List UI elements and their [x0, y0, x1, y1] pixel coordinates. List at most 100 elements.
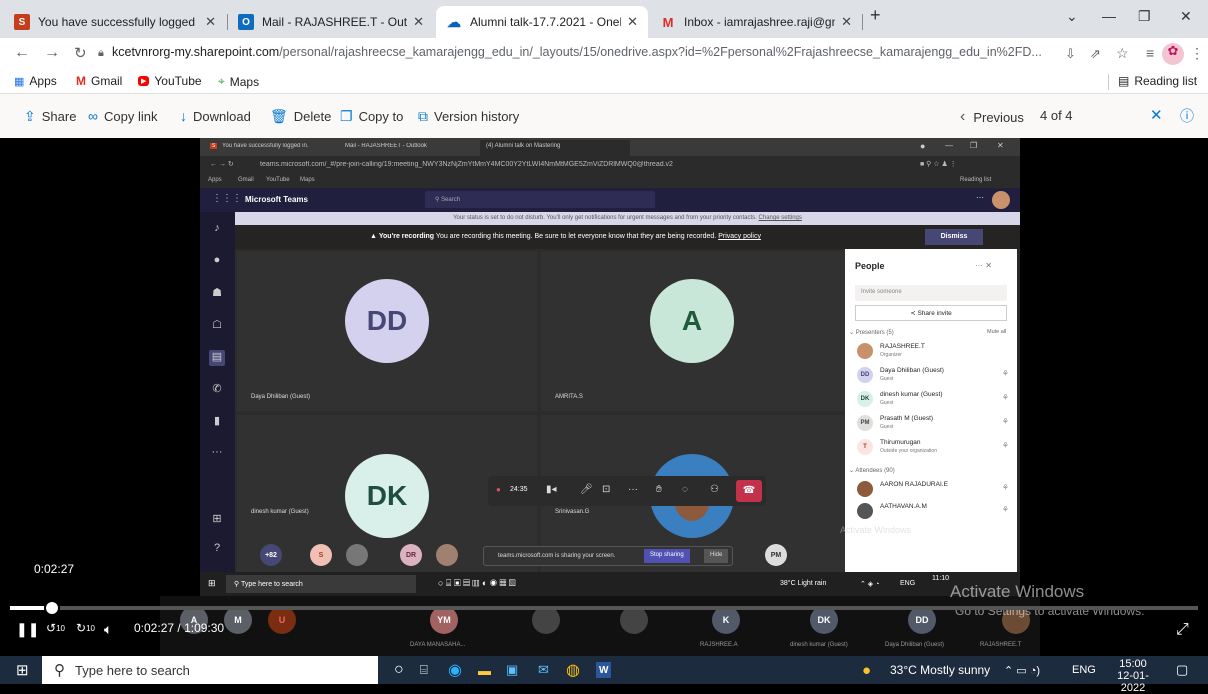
trash-icon: 🗑︎ — [270, 108, 288, 124]
tray-icons[interactable]: ⌃ ▭ ◔) — [1004, 662, 1040, 678]
restore-icon[interactable]: ❐ — [1138, 8, 1151, 25]
share-button[interactable]: ⇪ Share — [24, 108, 76, 125]
download-icon: ↓ — [180, 108, 187, 124]
reading-mode-icon[interactable]: ≡ — [1146, 45, 1154, 61]
windows-start-icon[interactable]: ⊞ — [16, 662, 29, 679]
close-icon[interactable]: ✕ — [627, 14, 638, 30]
tab-title: Alumni talk-17.7.2021 - OneDrive — [470, 15, 621, 29]
minimize-icon[interactable]: — — [1102, 8, 1116, 24]
info-icon[interactable]: ⓘ — [1180, 106, 1194, 126]
seek-handle[interactable] — [43, 600, 60, 616]
skip-forward-icon: ↻ — [76, 621, 87, 635]
participant-avatar: DK — [810, 606, 838, 634]
notifications-icon[interactable]: ▢ — [1176, 662, 1188, 678]
previous-button[interactable]: ‹ Previous — [960, 108, 1024, 126]
inner-tab-bar: S You have successfully logged in. Mail … — [200, 138, 1020, 156]
share-page-icon[interactable]: ⇗ — [1090, 46, 1101, 62]
gmail-icon: M — [662, 14, 674, 30]
person-row: T Thirumurugan Outside your organization ⚘ — [853, 437, 1013, 461]
volume-icon[interactable]: 🔈︎ — [104, 621, 112, 638]
reading-list-icon: ▤ — [1118, 74, 1130, 88]
tab-title: Mail - RAJASHREE.T - Outlook — [262, 15, 408, 29]
language-indicator[interactable]: ENG — [1072, 662, 1096, 678]
reading-list-button[interactable]: ▤ Reading list — [1118, 74, 1197, 88]
seek-bar[interactable] — [10, 600, 1198, 616]
tab-outlook[interactable]: O Mail - RAJASHREE.T - Outlook ✕ — [228, 6, 434, 38]
profile-avatar[interactable]: ✿ — [1162, 43, 1184, 65]
delete-button[interactable]: 🗑︎ Delete — [270, 108, 331, 125]
download-button[interactable]: ↓ Download — [180, 108, 251, 124]
people-panel: People ··· ✕ Invite someone ≺ Share invi… — [845, 249, 1017, 572]
bookmark-gmail[interactable]: M Gmail — [76, 74, 122, 88]
weather-text[interactable]: 33°C Mostly sunny — [890, 662, 990, 678]
file-explorer-icon[interactable]: ▬ — [478, 662, 491, 678]
tab-gmail[interactable]: M Inbox - iamrajashree.raji@gmail.c ✕ — [650, 6, 862, 38]
dnd-status-bar: Your status is set to do not disturb. Yo… — [235, 212, 1020, 225]
forward-icon[interactable]: → — [44, 44, 60, 62]
skip-forward-button[interactable]: ↻ 10 — [76, 621, 95, 635]
person-row: RAJASHREE.T Organizer — [853, 341, 1013, 365]
version-history-button[interactable]: ⧉ Version history — [418, 108, 519, 125]
url-host: kcetvnrorg-my.sharepoint.com — [112, 45, 280, 59]
windows-taskbar: ⊞ ⚲ Type here to search ○ ⌸ ◉ ▬ ▣ ✉ ◍ W … — [0, 656, 1208, 694]
url-path: /personal/rajashreecse_kamarajengg_edu_i… — [279, 45, 1042, 59]
sharing-bar: teams.microsoft.com is sharing your scre… — [483, 546, 733, 566]
onedrive-toolbar: ⇪ Share ∞ Copy link ↓ Download 🗑︎ Delete ❐ Co… — [0, 94, 1208, 138]
participant-avatar: DD — [908, 606, 936, 634]
search-icon: ⚲ — [54, 662, 65, 679]
bookmark-star-icon[interactable]: ☆ — [1116, 45, 1129, 62]
link-icon: ∞ — [88, 108, 98, 124]
person-row: DK dinesh kumar (Guest) Guest ⚘ — [853, 389, 1013, 413]
close-viewer-icon[interactable]: ✕ — [1150, 106, 1163, 124]
close-icon[interactable]: ✕ — [205, 14, 216, 30]
back-icon[interactable]: ← — [14, 44, 30, 62]
skip-back-button[interactable]: ↺ 10 — [46, 621, 65, 635]
copy-to-button[interactable]: ❐ Copy to — [340, 108, 403, 125]
bookmark-youtube[interactable]: ▶ YouTube — [138, 74, 202, 88]
inner-taskbar: ⊞ ⚲ Type here to search ○ ⌸ ▣ ▤ ▥ ◐ ◉ ▦ … — [200, 572, 1020, 596]
cortana-icon[interactable]: ○ — [394, 661, 404, 678]
new-tab-button[interactable]: + — [870, 5, 881, 26]
url-field[interactable]: kcetvnrorg-my.sharepoint.com/personal/ra… — [112, 45, 1047, 59]
mail-icon[interactable]: ✉ — [538, 662, 549, 678]
teams-avatar — [992, 191, 1010, 209]
copy-icon: ❐ — [340, 108, 353, 124]
gmail-icon: M — [76, 74, 86, 88]
person-row: AARON RAJADURAI.E ⚘ — [853, 479, 1013, 503]
store-icon[interactable]: ▣ — [506, 662, 518, 678]
maps-icon: ⌖ — [218, 74, 225, 88]
window-close-icon[interactable]: ✕ — [1180, 8, 1192, 25]
browser-tab-bar: S You have successfully logged in. ✕ O M… — [0, 0, 1208, 38]
participant-avatar — [620, 606, 648, 634]
close-icon[interactable]: ✕ — [841, 14, 852, 30]
fullscreen-icon[interactable]: ⤢ — [1176, 621, 1189, 639]
word-icon[interactable]: W — [596, 662, 612, 678]
inner-tab-title: You have successfully logged in. — [222, 143, 309, 149]
avatar-dd: DD — [345, 279, 429, 363]
task-view-icon[interactable]: ⌸ — [420, 662, 428, 678]
inner-watermark: Activate Windows — [840, 525, 912, 535]
copy-link-button[interactable]: ∞ Copy link — [88, 108, 157, 124]
teams-rail: ♪ ● ☗ ☖ ▤ ✆ ▮ ··· ⊞ ? — [200, 212, 235, 572]
edge-icon[interactable]: ◉ — [448, 662, 462, 679]
inner-tab-title: (4) Alumni talk on Mastering — [480, 140, 630, 156]
bookmark-apps[interactable]: ▦ Apps — [14, 74, 57, 88]
bookmark-maps[interactable]: ⌖ Maps — [218, 74, 259, 89]
inner-bookmarks-bar: Apps Gmail YouTube Maps Reading list — [200, 174, 1020, 188]
participant-avatar: M — [224, 606, 252, 634]
chrome-icon[interactable]: ◍ — [566, 662, 580, 679]
tab-onedrive[interactable]: ☁ Alumni talk-17.7.2021 - OneDrive ✕ — [436, 6, 648, 38]
close-icon[interactable]: ✕ — [413, 14, 424, 30]
avatar-dk: DK — [345, 454, 429, 538]
pause-button[interactable]: ❚❚ — [16, 621, 39, 638]
tab-logged-in[interactable]: S You have successfully logged in. ✕ — [4, 6, 226, 38]
meeting-stage: DD Daya Dhiliban (Guest) A AMRITA.S DK d… — [235, 249, 845, 572]
clock[interactable]: 15:00 12-01-2022 — [1108, 658, 1158, 694]
tab-search-icon[interactable]: ⌄ — [1066, 8, 1078, 25]
inner-search: ⚲ Type here to search — [226, 575, 416, 593]
reload-icon[interactable]: ↻ — [74, 44, 87, 62]
video-player[interactable]: S You have successfully logged in. Mail … — [0, 138, 1208, 656]
install-icon[interactable]: ⇩ — [1065, 46, 1076, 62]
menu-icon[interactable]: ⋮ — [1190, 45, 1204, 62]
taskbar-search[interactable]: ⚲ Type here to search — [42, 656, 378, 684]
